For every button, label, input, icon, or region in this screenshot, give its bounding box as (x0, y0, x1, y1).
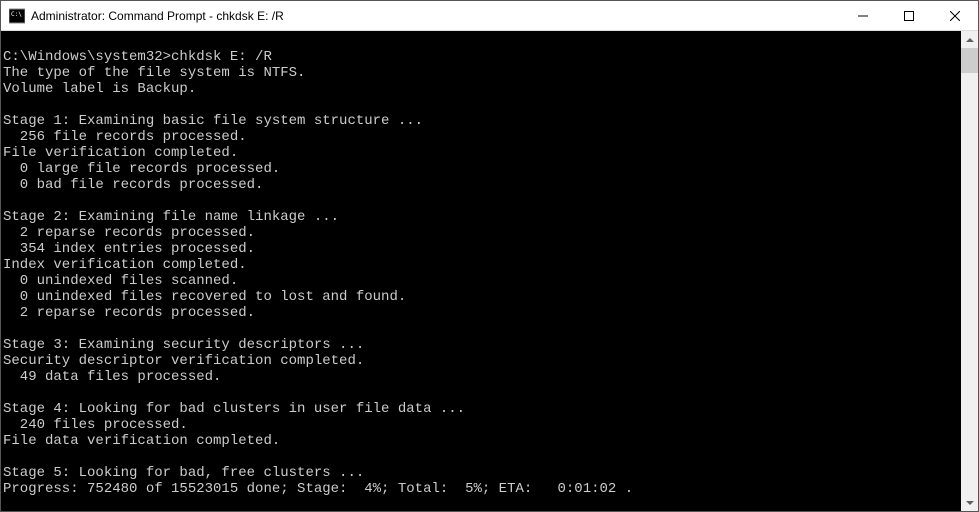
console-line: 0 bad file records processed. (3, 177, 263, 193)
console-line: Stage 3: Examining security descriptors … (3, 337, 364, 353)
console-output[interactable]: C:\Windows\system32>chkdsk E: /R The typ… (1, 31, 961, 511)
console-line: Stage 2: Examining file name linkage ... (3, 209, 339, 225)
console-line: Security descriptor verification complet… (3, 353, 364, 369)
maximize-button[interactable] (886, 1, 932, 30)
console-line: 240 files processed. (3, 417, 188, 433)
console-line: Stage 5: Looking for bad, free clusters … (3, 465, 364, 481)
console-line: File data verification completed. (3, 433, 280, 449)
console-line: 256 file records processed. (3, 129, 247, 145)
console-line: 0 large file records processed. (3, 161, 280, 177)
console-line: Stage 4: Looking for bad clusters in use… (3, 401, 465, 417)
minimize-button[interactable] (840, 1, 886, 30)
console-line: 2 reparse records processed. (3, 225, 255, 241)
scroll-up-arrow[interactable] (961, 31, 978, 48)
command-prompt-window: C:\ Administrator: Command Prompt - chkd… (0, 0, 979, 512)
svg-text:C:\: C:\ (11, 11, 22, 18)
console-line: 0 unindexed files scanned. (3, 273, 238, 289)
window-title: Administrator: Command Prompt - chkdsk E… (31, 9, 840, 23)
console-line: 354 index entries processed. (3, 241, 255, 257)
cmd-icon: C:\ (9, 8, 25, 24)
console-line: File verification completed. (3, 145, 238, 161)
scroll-down-arrow[interactable] (961, 494, 978, 511)
titlebar[interactable]: C:\ Administrator: Command Prompt - chkd… (1, 1, 978, 31)
console-line: 2 reparse records processed. (3, 305, 255, 321)
window-controls (840, 1, 978, 30)
console-line: Index verification completed. (3, 257, 247, 273)
console-line: Volume label is Backup. (3, 81, 196, 97)
console-line: 49 data files processed. (3, 369, 221, 385)
console-line: Progress: 752480 of 15523015 done; Stage… (3, 481, 633, 497)
close-button[interactable] (932, 1, 978, 30)
console-line: 0 unindexed files recovered to lost and … (3, 289, 406, 305)
console-line: The type of the file system is NTFS. (3, 65, 305, 81)
console-line: Stage 1: Examining basic file system str… (3, 113, 423, 129)
command-line: C:\Windows\system32>chkdsk E: /R (3, 49, 272, 65)
scroll-thumb[interactable] (961, 48, 978, 73)
client-area: C:\Windows\system32>chkdsk E: /R The typ… (1, 31, 978, 511)
vertical-scrollbar[interactable] (961, 31, 978, 511)
